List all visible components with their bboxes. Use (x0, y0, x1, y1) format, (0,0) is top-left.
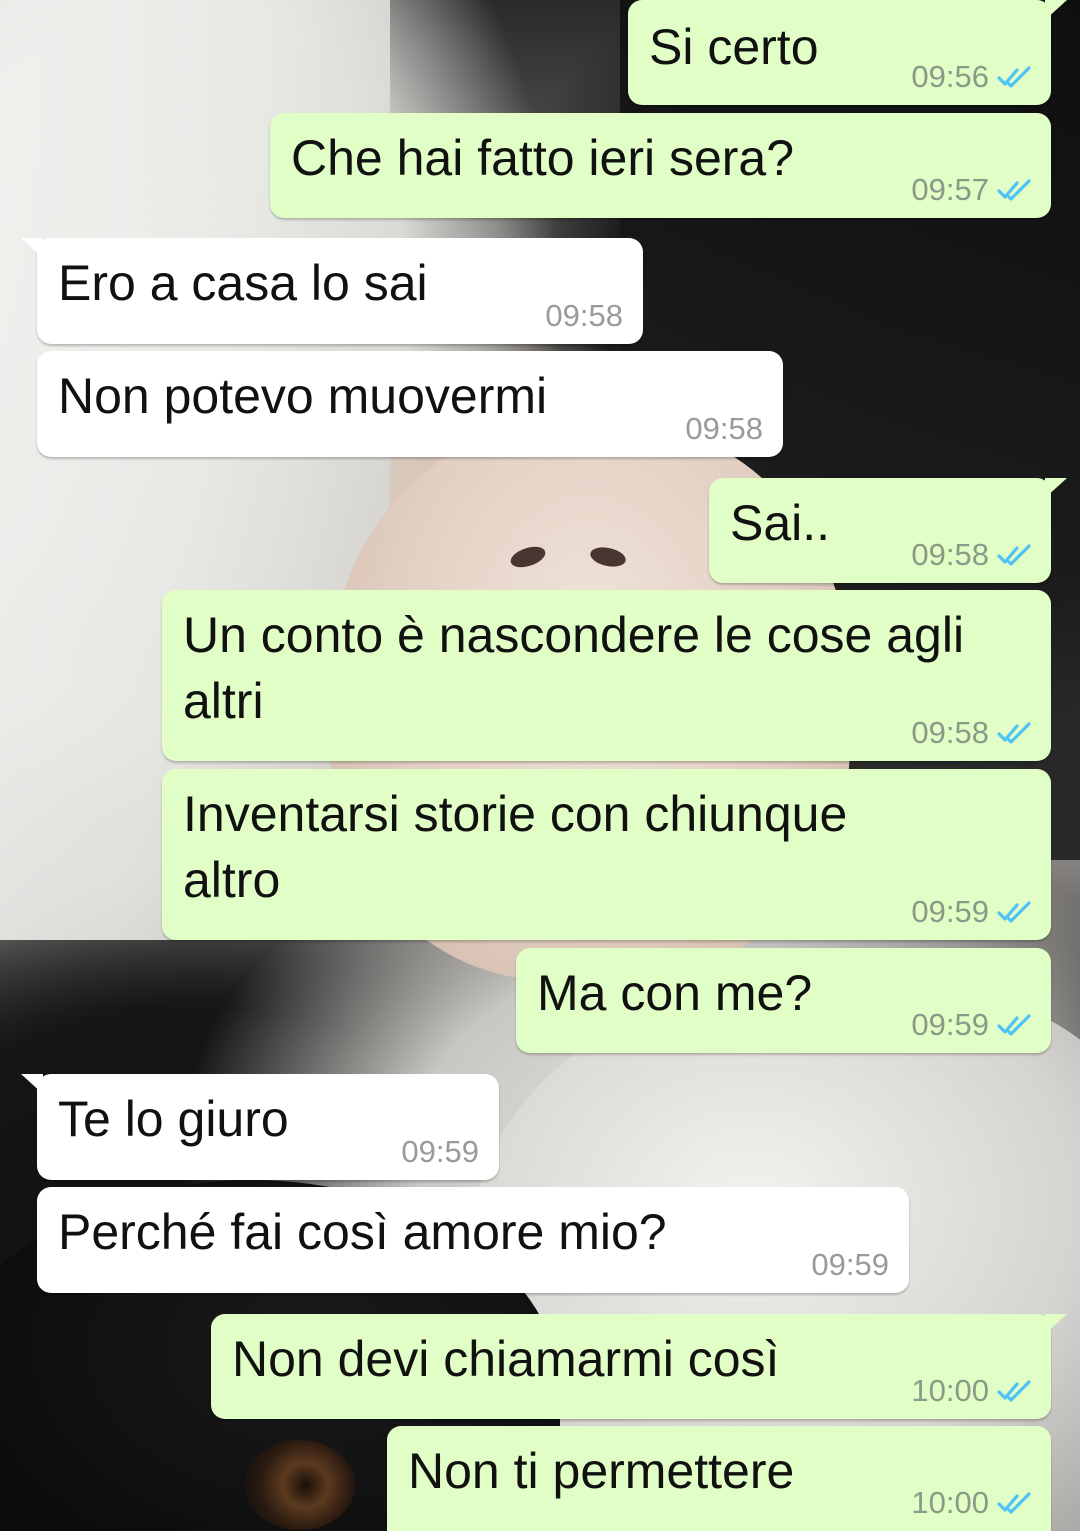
message-meta: 09:58 (685, 411, 763, 447)
message-text: Non ti permettere (408, 1443, 795, 1499)
message-time: 09:58 (911, 537, 989, 572)
message-meta: 10:00 (911, 1373, 1031, 1409)
double-check-icon (997, 179, 1031, 201)
bubble-tail (1045, 1314, 1067, 1334)
bubble-tail (21, 238, 43, 258)
message-bubble-outgoing[interactable]: Inventarsi storie con chiunque altro 09:… (162, 769, 1051, 940)
bubble-tail (21, 1074, 43, 1094)
message-bubble-outgoing[interactable]: Si certo 09:56 (628, 0, 1067, 105)
message-text: Si certo (649, 19, 819, 75)
message-time: 10:00 (911, 1485, 989, 1520)
double-check-icon (997, 1380, 1031, 1402)
message-time: 09:59 (911, 1007, 989, 1042)
message-bubble-incoming[interactable]: Ero a casa lo sai 09:58 (21, 238, 643, 344)
message-bubble-incoming[interactable]: Te lo giuro 09:59 (21, 1074, 499, 1180)
message-bubble-outgoing[interactable]: Un conto è nascondere le cose agli altri… (162, 590, 1051, 761)
message-time: 09:59 (401, 1134, 479, 1169)
message-bubble-outgoing[interactable]: Sai.. 09:58 (709, 478, 1067, 583)
message-text: Ero a casa lo sai (58, 255, 428, 311)
message-meta: 10:00 (911, 1485, 1031, 1521)
double-check-icon (997, 722, 1031, 744)
message-text: Ma con me? (537, 965, 813, 1021)
message-text: Inventarsi storie con chiunque altro (183, 786, 862, 908)
double-check-icon (997, 1492, 1031, 1514)
bubble-tail (1045, 478, 1067, 498)
message-text: Te lo giuro (58, 1091, 289, 1147)
message-time: 09:56 (911, 59, 989, 94)
message-meta: 09:59 (811, 1247, 889, 1283)
message-time: 09:58 (685, 411, 763, 446)
message-time: 09:57 (911, 172, 989, 207)
double-check-icon (997, 1014, 1031, 1036)
message-meta: 09:59 (401, 1134, 479, 1170)
message-time: 10:00 (911, 1373, 989, 1408)
message-bubble-outgoing[interactable]: Non ti permettere 10:00 (387, 1426, 1051, 1531)
message-text: Perché fai così amore mio? (58, 1204, 667, 1260)
message-meta: 09:58 (911, 715, 1031, 751)
bubble-tail (1045, 0, 1067, 20)
message-time: 09:59 (811, 1247, 889, 1282)
message-time: 09:59 (911, 894, 989, 929)
message-text: Che hai fatto ieri sera? (291, 130, 795, 186)
message-meta: 09:58 (911, 537, 1031, 573)
message-meta: 09:59 (911, 894, 1031, 930)
message-bubble-outgoing[interactable]: Ma con me? 09:59 (516, 948, 1051, 1053)
message-meta: 09:56 (911, 59, 1031, 95)
double-check-icon (997, 544, 1031, 566)
message-meta: 09:58 (545, 298, 623, 334)
message-time: 09:58 (911, 715, 989, 750)
message-meta: 09:59 (911, 1007, 1031, 1043)
message-bubble-outgoing[interactable]: Non devi chiamarmi così 10:00 (211, 1314, 1067, 1419)
message-time: 09:58 (545, 298, 623, 333)
message-text: Non potevo muovermi (58, 368, 548, 424)
message-bubble-incoming[interactable]: Perché fai così amore mio? 09:59 (37, 1187, 909, 1293)
message-bubble-incoming[interactable]: Non potevo muovermi 09:58 (37, 351, 783, 457)
message-list[interactable]: Si certo 09:56 Che hai fatto ieri sera? … (0, 0, 1080, 1531)
message-text: Un conto è nascondere le cose agli altri (183, 607, 978, 729)
double-check-icon (997, 901, 1031, 923)
message-meta: 09:57 (911, 172, 1031, 208)
message-bubble-outgoing[interactable]: Che hai fatto ieri sera? 09:57 (270, 113, 1051, 218)
message-text: Sai.. (730, 495, 831, 551)
message-text: Non devi chiamarmi così (232, 1331, 780, 1387)
double-check-icon (997, 66, 1031, 88)
